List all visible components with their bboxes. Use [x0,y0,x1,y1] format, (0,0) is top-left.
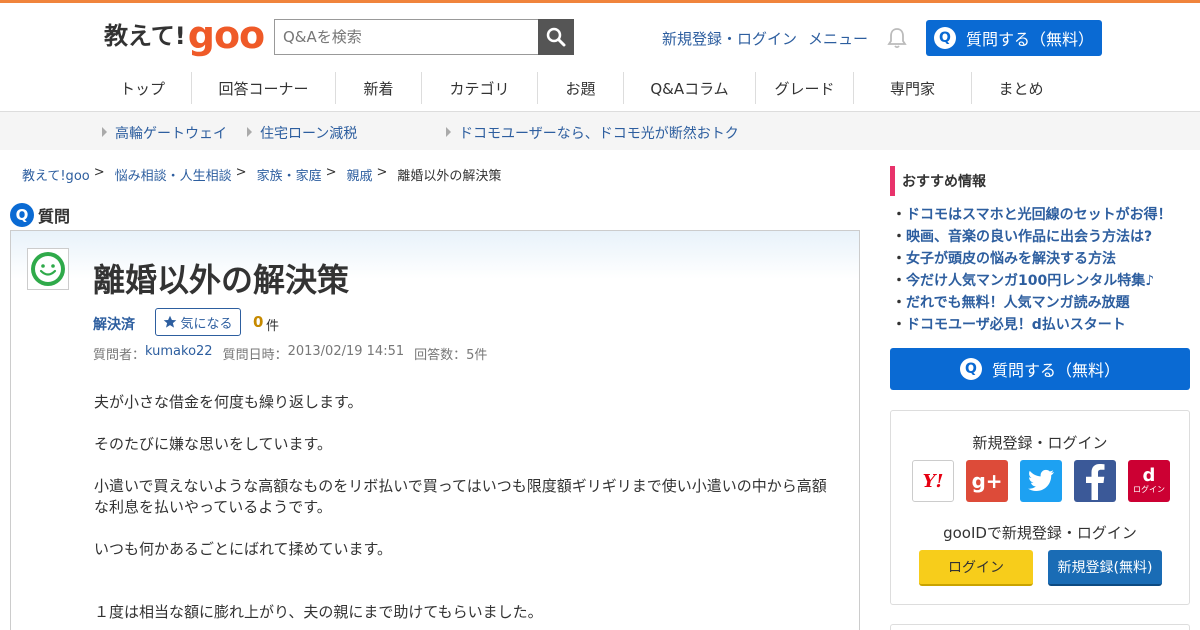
search-button[interactable] [538,19,574,55]
breadcrumb-item[interactable]: 悩み相談・人生相談 [115,165,232,184]
login-button[interactable]: ログイン [919,550,1033,586]
main-nav: トップ 回答コーナー 新着 カテゴリ お題 Q&Aコラム グレード 専門家 まと… [94,72,1070,104]
docomo-login-label: ログイン [1133,485,1165,494]
meta-answers: 5件 [466,348,488,363]
question-meta: 質問者： kumako22 質問日時： 2013/02/19 14:51 回答数… [93,344,487,363]
nav-item-new[interactable]: 新着 [336,72,422,104]
promo-item[interactable]: 高輪ゲートウェイ [102,123,227,143]
ask-question-label: 質問する（無料） [965,30,1094,49]
recommend-list: ドコモはスマホと光回線のセットがお得！ 映画、音楽の良い作品に出会う方法は? 女… [892,204,1172,336]
q-badge-icon: Q [10,203,34,227]
question-label-text: 質問 [38,207,71,226]
promo-bar: 高輪ゲートウェイ 住宅ローン減税 ドコモユーザーなら、ドコモ光が断然おトク [0,112,1200,150]
facebook-login-button[interactable] [1074,460,1116,502]
meta-date: 2013/02/19 14:51 [287,344,405,359]
nav-item-grade[interactable]: グレード [756,72,854,104]
nav-item-column[interactable]: Q&Aコラム [624,72,756,104]
meta-answers-label: 回答数： [414,348,467,363]
recommend-item[interactable]: ドコモユーザ必見！d払いスタート [892,314,1172,336]
question-paragraph: いつも何かあるごとにばれて揉めています。 [94,540,393,558]
recommend-item[interactable]: 今だけ人気マンガ100円レンタル特集♪ [892,270,1172,292]
question-section-label: Q 質問 [10,203,70,227]
nav-item-category[interactable]: カテゴリ [422,72,538,104]
breadcrumb-item[interactable]: 親戚 [346,165,372,184]
yahoo-icon: Y! [922,470,944,492]
recommend-heading: おすすめ情報 [890,166,986,196]
meta-date-label: 質問日時： [222,348,288,363]
question-paragraph: 夫が小さな借金を何度も繰り返します。 [94,393,363,411]
logo-goo: goo [187,13,265,57]
twitter-login-button[interactable] [1020,460,1062,502]
bookmark-button[interactable]: 気になる [155,308,241,336]
recommend-item[interactable]: 映画、音楽の良い作品に出会う方法は? [892,226,1172,248]
breadcrumb-item[interactable]: 教えて!goo [22,165,90,184]
question-title: 離婚以外の解決策 [93,261,350,299]
breadcrumb-sep: > [93,165,105,180]
status-badge: 解決済 [93,317,135,333]
sidebar-ask-label: 質問する（無料） [991,361,1120,380]
bookmark-count: 0 [253,313,264,331]
logo-text: 教えて! [104,22,186,50]
avatar[interactable] [27,248,69,290]
q-icon: Q [959,358,982,380]
question-paragraph: そのたびに嫌な思いをしています。 [94,435,333,453]
q-icon: Q [933,27,956,49]
meta-asker[interactable]: kumako22 [145,344,213,363]
breadcrumb-sep: > [376,165,388,180]
smiley-avatar-icon [31,252,65,286]
google-plus-icon: g+ [971,469,1003,493]
meta-asker-label: 質問者： [93,348,146,363]
promo-item[interactable]: ドコモユーザーなら、ドコモ光が断然おトク [446,123,739,143]
twitter-icon [1028,469,1054,491]
yahoo-login-button[interactable]: Y! [912,460,954,502]
promo-item[interactable]: 住宅ローン減税 [247,123,357,143]
nav-item-experts[interactable]: 専門家 [854,72,972,104]
docomo-login-button[interactable]: d ログイン [1128,460,1170,502]
site-logo[interactable]: 教えて! goo [104,13,265,57]
bell-icon[interactable] [885,26,909,50]
bookmark-label: 気になる [180,316,233,332]
star-icon [164,315,177,328]
docomo-d-icon: d [1142,465,1156,486]
recommend-item[interactable]: ドコモはスマホと光回線のセットがお得！ [892,204,1172,226]
nav-item-matome[interactable]: まとめ [972,72,1070,104]
login-title: 新規登録・ログイン [972,434,1108,452]
search-bar [274,19,574,55]
google-login-button[interactable]: g+ [966,460,1008,502]
recommend-item[interactable]: 女子が頭皮の悩みを解決する方法 [892,248,1172,270]
question-paragraph: １度は相当な額に膨れ上がり、夫の親にまで助けてもらいました。 [94,603,543,621]
ask-question-button[interactable]: Q 質問する（無料） [926,20,1102,56]
login-box: 新規登録・ログイン Y! g+ d ログイン gooIDで新規登録・ログイン ロ… [890,410,1190,605]
facebook-icon [1086,464,1105,500]
question-body: 夫が小さな借金を何度も繰り返します。 そのたびに嫌な思いをしています。 小遣いで… [94,392,834,630]
nav-item-answer-corner[interactable]: 回答コーナー [192,72,336,104]
breadcrumb-sep: > [235,165,247,180]
breadcrumb-sep: > [325,165,337,180]
register-login-link[interactable]: 新規登録・ログイン [662,28,797,49]
bookmark-count-unit: 件 [266,319,280,334]
question-box: 離婚以外の解決策 解決済 気になる 0 件 質問者： kumako22 質問日時… [10,230,860,630]
menu-link[interactable]: メニュー [808,28,868,49]
search-icon [546,27,566,47]
sidebar-ask-button[interactable]: Q 質問する（無料） [890,348,1190,390]
breadcrumb-current: 離婚以外の解決策 [397,169,502,184]
register-button[interactable]: 新規登録(無料) [1048,550,1162,586]
recommend-item[interactable]: だれでも無料！人気マンガ読み放題 [892,292,1172,314]
top-accent-bar [0,0,1200,3]
nav-item-odai[interactable]: お題 [538,72,624,104]
breadcrumb-item[interactable]: 家族・家庭 [257,165,322,184]
question-paragraph: 小遣いで買えないような高額なものをリボ払いで買ってはいつも限度額ギリギリまで使い… [94,477,827,516]
gooid-title: gooIDで新規登録・ログイン [943,524,1137,542]
search-input[interactable] [274,19,538,55]
sidebar-next-box [890,624,1190,630]
nav-item-top[interactable]: トップ [94,72,192,104]
breadcrumb: 教えて!goo > 悩み相談・人生相談 > 家族・家庭 > 親戚 > 離婚以外の… [22,165,501,184]
